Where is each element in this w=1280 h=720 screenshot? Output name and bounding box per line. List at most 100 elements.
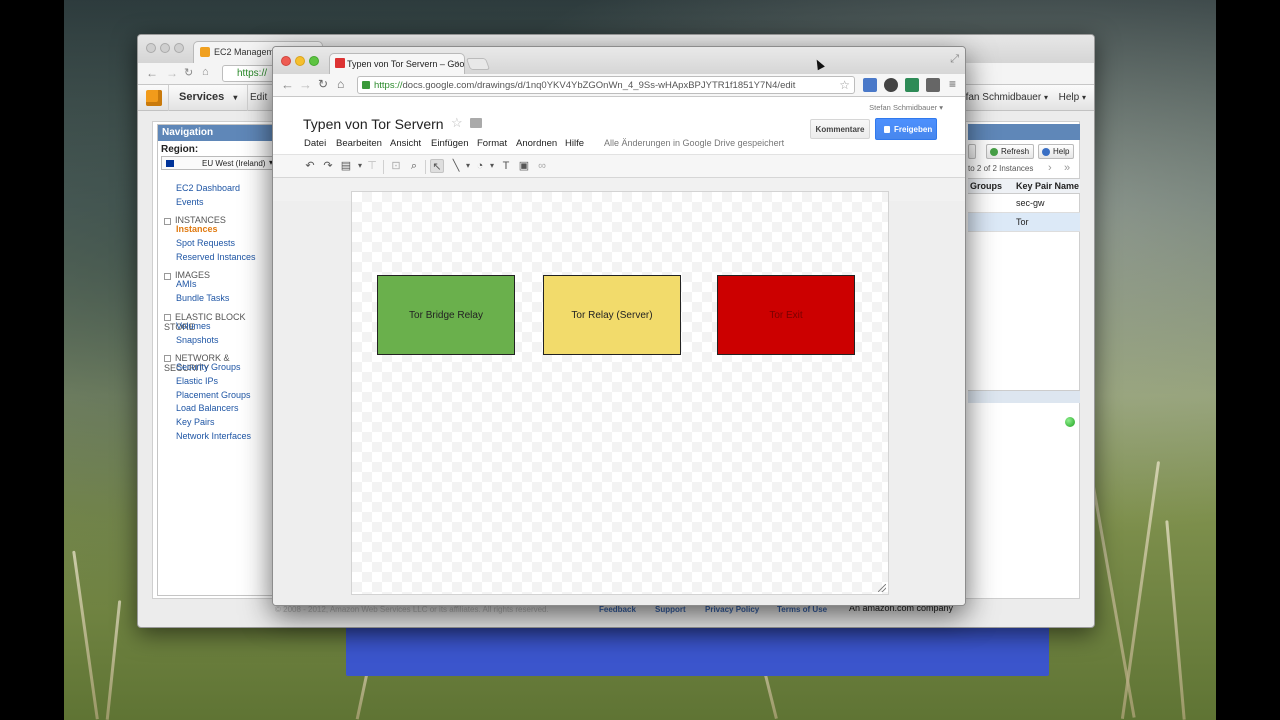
undo-icon[interactable]: ↶ — [303, 159, 317, 173]
link-icon[interactable]: ∞ — [535, 159, 549, 173]
comments-button[interactable]: Kommentare — [810, 119, 870, 139]
zoom-window-button[interactable] — [174, 43, 184, 53]
drawing-workspace: Tor Bridge Relay Tor Relay (Server) Tor … — [273, 191, 965, 605]
gear-icon[interactable] — [884, 78, 898, 92]
fullscreen-icon[interactable]: ⤢ — [950, 53, 959, 66]
zoom-fit-icon[interactable]: ⊡ — [389, 159, 403, 173]
nav-group-images[interactable]: IMAGES — [158, 264, 276, 280]
extension-icon[interactable] — [863, 78, 877, 92]
image-icon[interactable]: ▣ — [517, 159, 531, 173]
drawings-browser-tab[interactable]: Typen von Tor Servern – Goo × — [329, 53, 465, 74]
back-arrow-icon[interactable]: ← — [281, 77, 294, 92]
help-button-label: Help — [1053, 147, 1070, 156]
nav-group-network-security[interactable]: NETWORK & SECURITY — [158, 347, 276, 373]
menu-item-datei[interactable]: Datei — [304, 138, 326, 149]
table-row[interactable]: Tor — [968, 213, 1080, 232]
table-row[interactable]: sec-gw — [968, 194, 1080, 213]
partial-toolbar-button[interactable] — [968, 144, 976, 159]
home-icon[interactable]: ⌂ — [337, 77, 344, 91]
star-icon[interactable]: ☆ — [451, 115, 463, 131]
column-header-groups[interactable]: Groups — [970, 181, 1002, 191]
edit-menu-button[interactable]: Edit — [250, 92, 267, 103]
back-arrow-icon[interactable]: ← — [146, 66, 158, 80]
nav-item-spot-requests[interactable]: Spot Requests — [158, 237, 276, 251]
nav-item-load-balancers[interactable]: Load Balancers — [158, 402, 276, 416]
navigation-panel: Navigation Region: EU West (Ireland) ▾ E… — [157, 124, 277, 596]
services-label: Services — [179, 91, 225, 103]
nav-item-bundle-tasks[interactable]: Bundle Tasks — [158, 292, 276, 306]
chevron-down-icon[interactable]: ▾ — [485, 159, 499, 173]
zoom-icon[interactable]: ⌕ — [407, 159, 421, 173]
reload-icon[interactable]: ↻ — [184, 66, 193, 79]
extension-icon[interactable] — [926, 78, 940, 92]
nav-item-ec2-dashboard[interactable]: EC2 Dashboard — [158, 182, 276, 196]
menu-item-bearbeiten[interactable]: Bearbeiten — [336, 138, 382, 149]
footer-link-support[interactable]: Support — [655, 605, 686, 614]
zoom-window-button[interactable] — [309, 56, 319, 66]
shape-tor-bridge-relay[interactable]: Tor Bridge Relay — [377, 275, 515, 355]
region-select[interactable]: EU West (Ireland) ▾ — [161, 156, 277, 170]
select-cursor-icon[interactable]: ↖ — [430, 159, 444, 173]
share-button[interactable]: Freigeben — [875, 118, 937, 140]
column-header-key-pair-name[interactable]: Key Pair Name — [1016, 181, 1079, 191]
document-title[interactable]: Typen von Tor Servern — [303, 116, 444, 132]
drawings-address-bar[interactable]: https://docs.google.com/drawings/d/1nq0Y… — [357, 76, 855, 94]
nav-item-elastic-ips[interactable]: Elastic IPs — [158, 375, 276, 389]
redo-icon[interactable]: ↷ — [321, 159, 335, 173]
google-drawings-window[interactable]: Typen von Tor Servern – Goo × ⤢ ← → ↻ ⌂ … — [272, 46, 966, 606]
nav-item-amis[interactable]: AMIs — [158, 278, 276, 292]
menu-item-hilfe[interactable]: Hilfe — [565, 138, 584, 149]
nav-item-reserved-instances[interactable]: Reserved Instances — [158, 251, 276, 265]
chevron-down-icon: ▾ — [1081, 93, 1086, 102]
footer-link-privacy-policy[interactable]: Privacy Policy — [705, 605, 759, 614]
menu-icon[interactable]: ≡ — [949, 77, 956, 91]
home-icon[interactable]: ⌂ — [202, 66, 209, 78]
signed-in-user[interactable]: Stefan Schmidbauer ▾ — [869, 103, 943, 112]
nav-group-elastic-block-store[interactable]: ELASTIC BLOCK STORE — [158, 306, 276, 332]
menu-item-ansicht[interactable]: Ansicht — [390, 138, 421, 149]
reload-icon[interactable]: ↻ — [318, 77, 328, 91]
nav-item-network-interfaces[interactable]: Network Interfaces — [158, 430, 276, 444]
help-menu-button[interactable]: Help ▾ — [1059, 92, 1086, 103]
shape-tor-relay-server[interactable]: Tor Relay (Server) — [543, 275, 681, 355]
paint-format-icon[interactable]: ⊤ — [365, 159, 379, 173]
new-tab-button[interactable] — [465, 58, 491, 70]
nav-item-snapshots[interactable]: Snapshots — [158, 334, 276, 348]
footer-link-feedback[interactable]: Feedback — [599, 605, 636, 614]
help-button[interactable]: Help — [1038, 144, 1075, 159]
menu-item-anordnen[interactable]: Anordnen — [516, 138, 557, 149]
drawing-canvas[interactable]: Tor Bridge Relay Tor Relay (Server) Tor … — [351, 191, 889, 595]
folder-icon[interactable] — [470, 118, 482, 128]
minimize-window-button[interactable] — [160, 43, 170, 53]
minimize-window-button[interactable] — [295, 56, 305, 66]
collapse-icon — [164, 272, 171, 280]
services-menu-button[interactable]: Services ▾ — [168, 85, 249, 111]
close-window-button[interactable] — [281, 56, 291, 66]
forward-arrow-icon[interactable]: → — [299, 77, 312, 92]
refresh-button[interactable]: Refresh — [986, 144, 1035, 159]
footer-link-terms-of-use[interactable]: Terms of Use — [777, 605, 827, 614]
shape-tor-exit[interactable]: Tor Exit — [717, 275, 855, 355]
canvas-resize-handle[interactable] — [878, 584, 886, 592]
nav-item-events[interactable]: Events — [158, 196, 276, 210]
drawing-document-header: Stefan Schmidbauer ▾ Typen von Tor Serve… — [273, 97, 965, 154]
close-tab-icon[interactable]: × — [454, 58, 459, 68]
extension-icon[interactable] — [905, 78, 919, 92]
instance-detail-panel — [968, 390, 1080, 470]
nav-group-instances[interactable]: INSTANCES — [158, 209, 276, 225]
help-icon — [1042, 148, 1050, 156]
bookmark-star-icon[interactable]: ☆ — [839, 78, 850, 92]
menu-item-einfuegen[interactable]: Einfügen — [431, 138, 469, 149]
next-page-icon[interactable]: › — [1048, 162, 1052, 174]
status-running-icon — [1065, 417, 1075, 427]
nav-item-placement-groups[interactable]: Placement Groups — [158, 389, 276, 403]
text-box-icon[interactable]: T — [499, 159, 513, 173]
chevron-down-icon: ▾ — [233, 93, 238, 102]
close-window-button[interactable] — [146, 43, 156, 53]
last-page-icon[interactable]: » — [1064, 162, 1070, 174]
nav-item-key-pairs[interactable]: Key Pairs — [158, 416, 276, 430]
print-icon[interactable]: ▤ — [339, 159, 353, 173]
nav-item-instances[interactable]: Instances — [158, 223, 276, 237]
forward-arrow-icon[interactable]: → — [166, 66, 178, 80]
menu-item-format[interactable]: Format — [477, 138, 507, 149]
